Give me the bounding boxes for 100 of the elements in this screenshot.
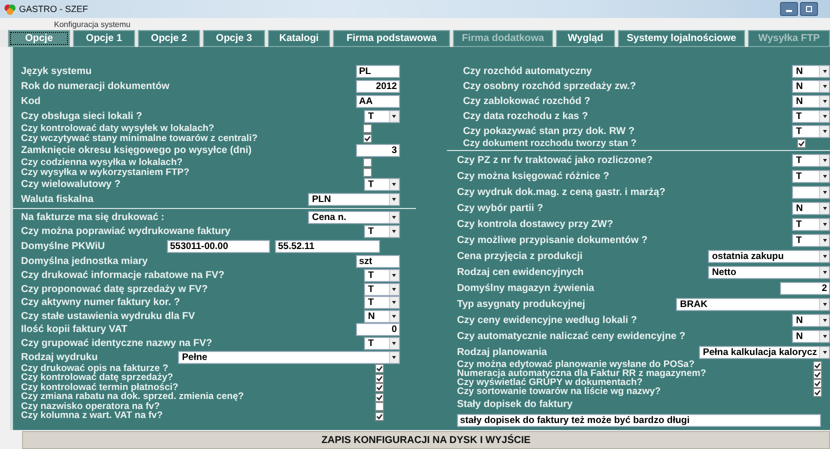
checkbox[interactable] (362, 168, 372, 177)
dropdown[interactable]: T (364, 296, 400, 310)
field-label: Czy kontrolować termin płatności? (21, 382, 179, 392)
tab[interactable]: Opcje 2 (138, 30, 200, 47)
tab[interactable]: Opcje 3 (203, 30, 265, 47)
dropdown[interactable]: BRAK (676, 298, 830, 311)
dropdown[interactable]: N (792, 314, 830, 327)
field-label: Czy nazwisko operatora na fv? (21, 402, 160, 412)
window-title: GASTRO - SZEF (19, 4, 88, 14)
number-field[interactable]: 2012 (356, 80, 400, 93)
tab[interactable]: Systemy lojalnościowe (618, 30, 745, 47)
dropdown[interactable]: T (364, 282, 400, 296)
dropdown[interactable]: T (792, 125, 830, 138)
dropdown[interactable]: T (792, 110, 830, 123)
field-label: Czy drukować opis na fakturze ? (21, 364, 168, 374)
text-field[interactable]: AA (356, 95, 400, 108)
minimize-button[interactable] (780, 2, 798, 16)
dropdown[interactable]: T (364, 110, 400, 123)
maximize-button[interactable] (800, 2, 818, 16)
dropdown[interactable]: N (792, 80, 830, 93)
field-label: Czy można poprawiać wydrukowane faktury (21, 226, 232, 237)
dropdown[interactable]: Pełna kalkulacja kalorycz (698, 346, 830, 359)
tab[interactable]: Katalogi (268, 30, 330, 47)
field-label: Rodzaj planowania (456, 347, 548, 358)
field-label: Zamknięcie okresu księgowego po wysyłce (dni) (21, 145, 253, 156)
number-field[interactable]: 2 (780, 282, 830, 295)
dropdown[interactable]: T (792, 170, 830, 183)
checkbox[interactable] (797, 139, 806, 148)
field-label: Czy kontrolować daty wysyłek w lokalach? (21, 124, 216, 134)
field-label: Czy obsługa sieci lokali ? (21, 111, 144, 122)
checkbox[interactable] (374, 412, 384, 421)
field-label: Czy wyświetlać GRUPY w dokumentach? (456, 378, 643, 388)
dropdown[interactable]: N (792, 202, 830, 215)
dropdown[interactable]: T (364, 269, 400, 282)
checkbox[interactable] (374, 392, 384, 402)
field-label: Czy wydruk dok.mag. z ceną gastr. i marżą? (456, 187, 666, 198)
checkbox[interactable] (362, 124, 372, 134)
text-field[interactable]: 553011-00.00 (167, 240, 270, 254)
text-field[interactable]: stały dopisek do faktury też może być bardzo długi (456, 414, 821, 427)
checkbox[interactable] (374, 374, 384, 383)
field-label: Cena przyjęcia z produkcji (456, 251, 584, 262)
checkbox[interactable] (374, 364, 384, 374)
field-label: Czy grupować identyczne nazwy na FV? (21, 338, 214, 350)
field-label: Czy wysyłka w wykorzystaniem FTP? (21, 168, 190, 177)
dropdown[interactable]: Netto (708, 266, 830, 279)
field-label: Czy można edytować planowanie wysłane do POSa? (456, 360, 695, 370)
dropdown[interactable]: Pełne (178, 350, 400, 364)
save-and-exit-button[interactable]: ZAPIS KONFIGURACJI NA DYSK I WYJŚCIE (22, 431, 830, 449)
dropdown[interactable]: T (792, 234, 830, 247)
dropdown[interactable]: PLN (308, 193, 400, 206)
field-label: Numeracja automatyczna dla Faktur RR z magazynem? (456, 369, 708, 379)
field-label: Typ asygnaty produkcyjnej (456, 299, 586, 310)
checkbox[interactable] (374, 383, 384, 392)
field-label: Czy zablokować rozchód ? (462, 96, 592, 107)
field-label: Czy wybór partii ? (456, 203, 544, 214)
dropdown[interactable]: N (364, 310, 400, 323)
tab[interactable]: Wygląd (556, 30, 615, 47)
field-label: Czy data rozchodu z kas ? (462, 111, 589, 122)
field-label: Rodzaj wydruku (21, 352, 99, 363)
dropdown[interactable]: Cena n. (308, 211, 400, 224)
field-label: Czy PZ z nr fv traktować jako rozliczone? (456, 155, 654, 166)
dropdown[interactable]: T (364, 337, 400, 350)
field-label: Czy kontrolować datę sprzedaży? (21, 373, 174, 383)
field-label: Czy kolumna z wart. VAT na fv? (21, 411, 164, 421)
field-label: Czy rozchód automatyczny (462, 66, 593, 77)
field-label: Czy pokazywać stan przy dok. RW ? (462, 126, 636, 137)
field-label: Czy sortowanie towarów na liście wg nazwy? (456, 387, 662, 397)
field-label: Stały dopisek do faktury (456, 399, 574, 410)
field-label: Czy drukować informacje rabatowe na FV? (21, 270, 226, 282)
tab[interactable]: Opcje 1 (73, 30, 135, 47)
checkbox[interactable] (813, 360, 822, 370)
field-label: Czy aktywny numer faktury kor. ? (21, 297, 181, 308)
field-label: Waluta fiskalna (21, 194, 94, 205)
tab[interactable]: Opcje (8, 30, 70, 47)
dropdown[interactable]: N (792, 95, 830, 108)
dropdown[interactable]: ostatnia zakupu (708, 250, 830, 263)
field-label: Ilość kopii faktury VAT (21, 324, 128, 336)
tab[interactable]: Firma podstawowa (333, 30, 450, 47)
checkbox[interactable] (374, 402, 384, 412)
number-field[interactable]: 3 (356, 144, 400, 157)
number-field[interactable]: 0 (356, 323, 400, 336)
field-label: Czy ceny ewidencyjne według lokali ? (456, 315, 638, 326)
field-label: Domyślna jednostka miary (21, 256, 149, 268)
field-label: Czy stałe ustawienia wydruku dla FV (21, 310, 196, 322)
dropdown[interactable]: N (792, 65, 830, 78)
checkbox[interactable] (362, 158, 372, 168)
dropdown[interactable]: N (792, 330, 830, 343)
dropdown[interactable]: T (792, 218, 830, 231)
checkbox[interactable] (362, 134, 372, 143)
field-label: Czy proponować datę sprzedaży w FV? (21, 284, 209, 295)
field-label: Czy automatycznie naliczać ceny ewidencyjne ? (456, 331, 686, 342)
text-field[interactable]: szt (356, 255, 400, 268)
dropdown[interactable]: T (792, 154, 830, 167)
text-field[interactable]: 55.52.11 (275, 240, 380, 254)
dropdown[interactable]: T (364, 178, 400, 191)
text-field[interactable]: PL (356, 65, 400, 78)
field-label: Język systemu (21, 66, 93, 77)
dropdown[interactable]: T (364, 224, 400, 238)
app-icon (4, 3, 16, 15)
field-label: Czy dokument rozchodu tworzy stan ? (462, 139, 638, 148)
